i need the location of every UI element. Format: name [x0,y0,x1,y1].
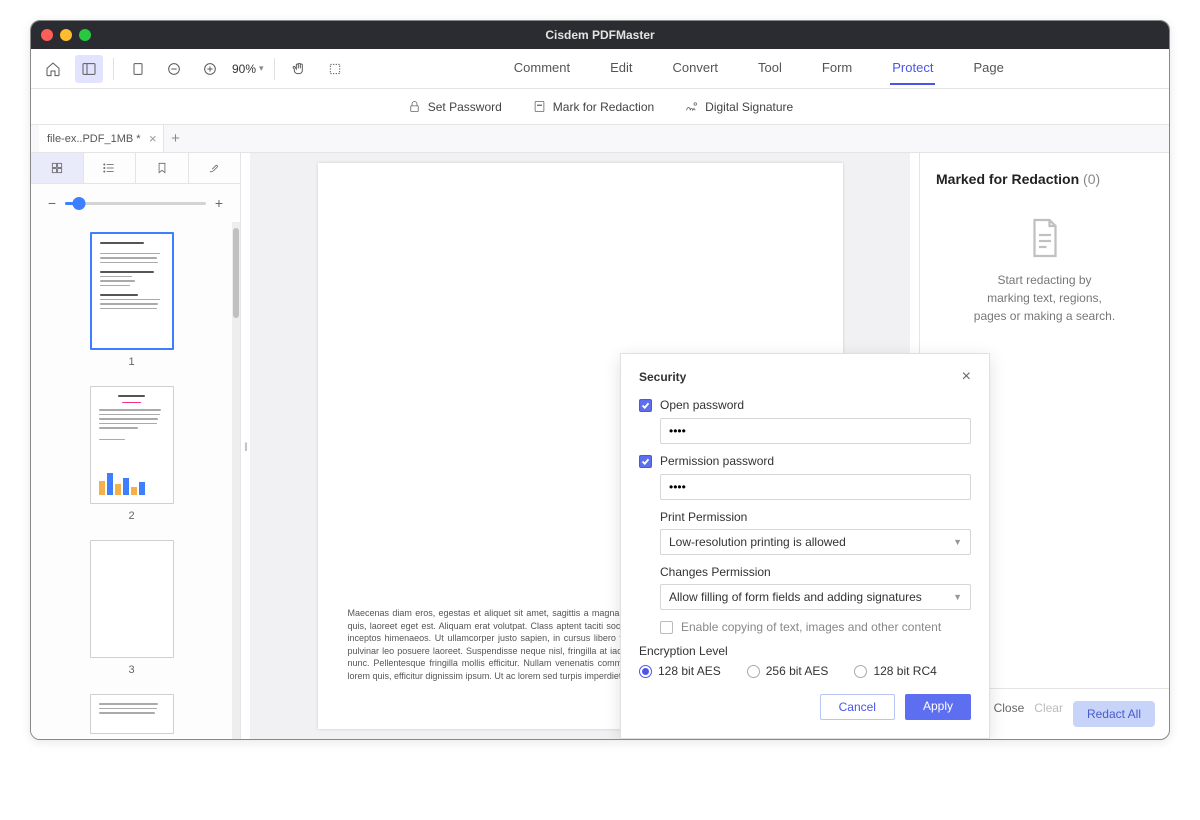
menu-comment[interactable]: Comment [512,52,572,85]
redaction-icon [532,99,547,114]
thumb-smaller-button[interactable]: − [45,196,59,210]
permission-password-label: Permission password [660,454,774,468]
permission-password-checkbox[interactable] [639,455,652,468]
permission-password-input[interactable] [660,474,971,500]
sidebar-scrollbar[interactable] [232,222,240,739]
thumbnail[interactable]: 3 [90,540,174,676]
document-tabs: file-ex..PDF_1MB * × + [31,125,1169,153]
titlebar: Cisdem PDFMaster [31,21,1169,49]
signature-icon [684,99,699,114]
close-tab-icon[interactable]: × [149,131,157,146]
body: − + [31,153,1169,739]
canvas[interactable]: Maecenas diam eros, egestas et aliquet s… [250,153,910,739]
zoom-level[interactable]: 90%▾ [232,62,264,76]
chevron-down-icon: ▾ [259,63,264,74]
chevron-down-icon: ▼ [953,537,962,547]
open-password-label: Open password [660,398,744,412]
open-password-checkbox[interactable] [639,399,652,412]
sidebar-toggle-button[interactable] [75,55,103,83]
thumbnail-size-slider[interactable] [65,202,206,205]
menu-edit[interactable]: Edit [608,52,634,85]
redaction-hint: Start redacting by marking text, regions… [974,271,1115,325]
encryption-128rc4-radio[interactable]: 128 bit RC4 [854,664,936,678]
thumbnail[interactable]: 1 [90,232,174,368]
thumbnail[interactable]: 2 [90,386,174,522]
sidebar-resize-handle[interactable] [241,153,250,739]
open-password-input[interactable] [660,418,971,444]
redaction-close-button[interactable]: Close [994,701,1025,727]
bookmarks-tab[interactable] [136,153,189,183]
cancel-button[interactable]: Cancel [820,694,895,720]
attachments-tab[interactable] [189,153,241,183]
dialog-close-button[interactable]: × [962,368,971,386]
app-window: Cisdem PDFMaster 90%▾ Comment Edit Conve… [30,20,1170,740]
redaction-clear-button[interactable]: Clear [1034,701,1063,727]
encryption-level-label: Encryption Level [639,644,971,658]
main-menu: Comment Edit Convert Tool Form Protect P… [357,52,1161,85]
sidebar-tabs [31,153,240,184]
apply-button[interactable]: Apply [905,694,971,720]
menu-tool[interactable]: Tool [756,52,784,85]
thumbnail[interactable] [90,694,174,734]
enable-copying-label: Enable copying of text, images and other… [681,620,941,634]
protect-subbar: Set Password Mark for Redaction Digital … [31,89,1169,125]
menu-protect[interactable]: Protect [890,52,935,85]
encryption-128aes-radio[interactable]: 128 bit AES [639,664,721,678]
dialog-title: Security [639,370,686,384]
new-tab-button[interactable]: + [164,130,188,147]
thumbnails-tab[interactable] [31,153,84,183]
thumbnail-size-slider-row: − + [31,184,240,222]
digital-signature-button[interactable]: Digital Signature [684,99,793,114]
changes-permission-select[interactable]: Allow filling of form fields and adding … [660,584,971,610]
fit-page-button[interactable] [124,55,152,83]
sidebar: − + [31,153,241,739]
lock-icon [407,99,422,114]
menu-form[interactable]: Form [820,52,854,85]
print-permission-label: Print Permission [660,510,971,524]
select-tool-button[interactable] [321,55,349,83]
enable-copying-checkbox[interactable] [660,621,673,634]
hand-tool-button[interactable] [285,55,313,83]
redact-all-button[interactable]: Redact All [1073,701,1155,727]
document-tab[interactable]: file-ex..PDF_1MB * × [39,125,164,152]
zoom-out-button[interactable] [160,55,188,83]
mark-for-redaction-button[interactable]: Mark for Redaction [532,99,654,114]
thumbnails-list[interactable]: 1 [31,222,232,739]
toolbar: 90%▾ Comment Edit Convert Tool Form Prot… [31,49,1169,89]
menu-page[interactable]: Page [971,52,1005,85]
encryption-256aes-radio[interactable]: 256 bit AES [747,664,829,678]
zoom-in-button[interactable] [196,55,224,83]
document-icon [1027,217,1063,259]
menu-convert[interactable]: Convert [671,52,721,85]
chevron-down-icon: ▼ [953,592,962,602]
app-title: Cisdem PDFMaster [31,28,1169,42]
thumb-larger-button[interactable]: + [212,196,226,210]
set-password-button[interactable]: Set Password [407,99,502,114]
print-permission-select[interactable]: Low-resolution printing is allowed▼ [660,529,971,555]
home-button[interactable] [39,55,67,83]
security-dialog: Security × Open password Permission pass… [620,353,990,739]
changes-permission-label: Changes Permission [660,565,971,579]
redaction-panel-title: Marked for Redaction (0) [920,153,1169,197]
outline-tab[interactable] [84,153,137,183]
